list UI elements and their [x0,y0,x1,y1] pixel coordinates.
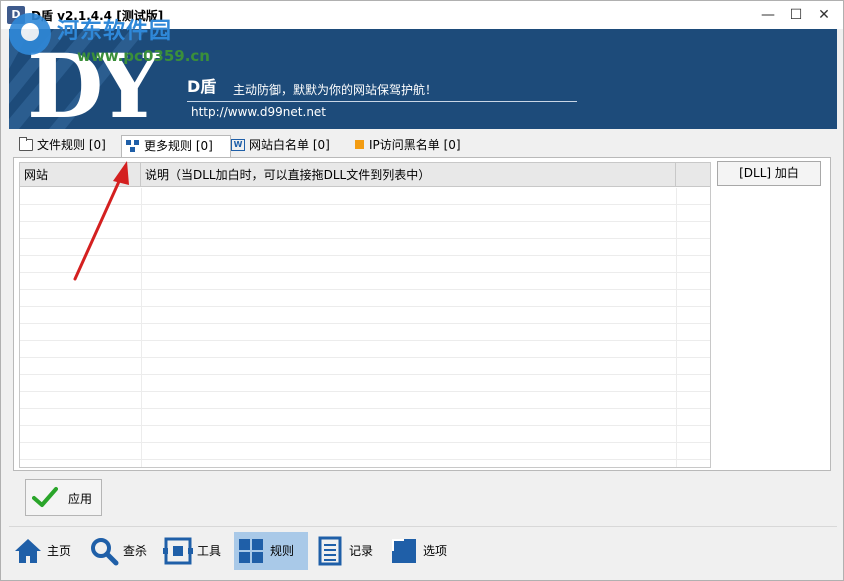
apply-button[interactable]: 应用 [25,479,102,516]
banner-brand: D盾 [187,77,217,96]
search-icon [91,538,119,566]
www-icon: W [231,139,245,151]
nav-label: 工具 [197,544,222,558]
ip-square-icon [355,140,364,149]
annotation-arrow-icon [73,161,129,281]
nav-options[interactable]: 选项 [387,532,457,570]
banner-divider [187,101,577,102]
nav-label: 查杀 [123,544,148,558]
tab-site-whitelist[interactable]: W 网站白名单 [0] [227,135,345,157]
watermark-logo-icon [9,13,51,55]
watermark: 河东软件园 www.pc0359.cn [9,11,229,71]
tab-label: IP访问黑名单 [0] [369,138,461,152]
nav-rules[interactable]: 规则 [234,532,308,570]
close-button[interactable]: ✕ [807,1,841,29]
tab-label: 文件规则 [0] [37,138,106,152]
nav-tools[interactable]: 工具 [161,532,231,570]
nav-home[interactable]: 主页 [11,532,81,570]
banner-url: http://www.d99net.net [191,105,327,119]
nav-label: 主页 [47,544,72,558]
tools-icon [163,537,193,565]
nav-label: 规则 [270,544,295,558]
banner-slogan: 主动防御，默默为你的网站保驾护航！ [233,83,438,97]
watermark-url: www.pc0359.cn [77,47,210,65]
apply-label: 应用 [68,492,93,506]
checkmark-icon [32,487,58,507]
nav-divider [9,526,837,527]
rules-icon [239,539,263,563]
folder-icon [19,137,33,151]
column-divider [141,188,142,467]
dll-whitelist-button[interactable]: [DLL] 加白 [717,161,821,186]
options-icon [392,539,416,563]
home-icon [15,539,41,563]
tab-ip-blacklist[interactable]: IP访问黑名单 [0] [347,135,477,157]
nav-label: 选项 [423,544,448,558]
nav-label: 记录 [349,544,374,558]
column-header-description[interactable]: 说明（当DLL加白时，可以直接拖DLL文件到列表中） [141,163,676,187]
nav-log[interactable]: 记录 [313,532,383,570]
column-divider [676,188,677,467]
tab-label: 网站白名单 [0] [249,138,330,152]
app-window: D D盾 v2.1.4.4 [测试版] — ☐ ✕ DY D盾 主动防御，默默为… [0,0,844,581]
watermark-text: 河东软件园 [57,19,173,44]
log-icon [318,536,342,566]
tab-label: 更多规则 [0] [144,139,213,153]
column-header-extra[interactable] [676,163,710,187]
nav-scan[interactable]: 查杀 [87,532,157,570]
